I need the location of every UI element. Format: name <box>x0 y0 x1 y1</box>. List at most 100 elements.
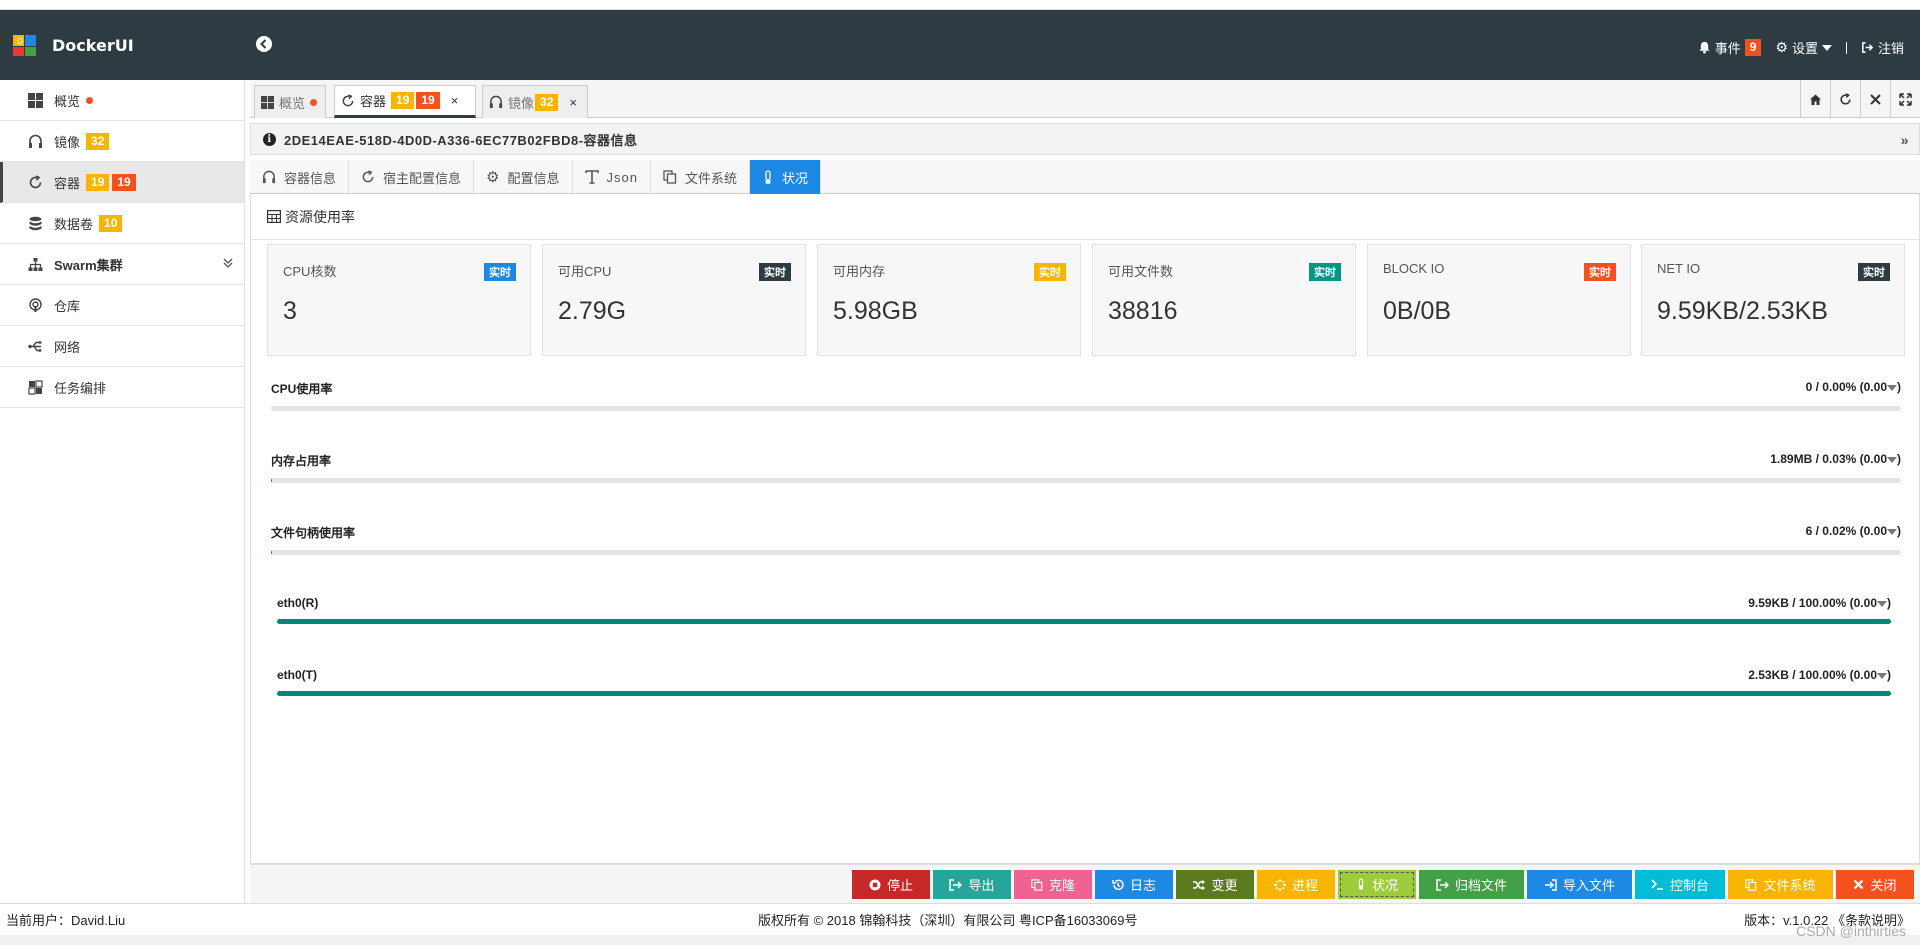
caret-down-icon[interactable] <box>1887 528 1897 535</box>
subtab-label: 宿主配置信息 <box>383 170 462 186</box>
gear-icon: ⚙ <box>486 169 500 186</box>
clone-button[interactable]: 克隆 <box>1014 870 1092 899</box>
archive-files-button[interactable]: 归档文件 <box>1419 870 1524 899</box>
meter-value: 1.89MB / 0.03% <box>1770 452 1857 466</box>
caret-down-icon[interactable] <box>1877 600 1887 607</box>
refresh-icon <box>341 93 355 108</box>
subtab-status[interactable]: 状况 <box>749 160 821 194</box>
button-label: 文件系统 <box>1763 878 1816 893</box>
card-label: 可用文件数 <box>1108 264 1174 279</box>
button-label: 日志 <box>1129 878 1156 893</box>
volumes-count-badge: 10 <box>99 214 123 232</box>
meter-label: 文件句柄使用率 <box>271 526 356 540</box>
refresh-icon <box>26 173 44 191</box>
meter-extra: (0.00 <box>1859 524 1887 538</box>
terminal-icon <box>1651 879 1664 890</box>
gear-icon: ⚙ <box>1775 39 1788 55</box>
caret-down-icon[interactable] <box>1877 672 1887 679</box>
close-button[interactable]: 关闭 <box>1836 870 1914 899</box>
info-icon: i <box>263 132 276 146</box>
stop-icon <box>869 879 881 891</box>
caret-down-icon[interactable] <box>1887 456 1897 463</box>
subtab-label: 状况 <box>781 170 808 186</box>
tab-overview[interactable]: 概览 <box>254 85 326 118</box>
realtime-badge: 实时 <box>1309 263 1341 281</box>
subtab-config[interactable]: ⚙ 配置信息 <box>474 160 573 194</box>
caret-down-icon[interactable] <box>1887 384 1897 391</box>
close-icon <box>1870 93 1881 105</box>
status-button[interactable]: 状况 <box>1338 870 1416 899</box>
sidebar-item-containers[interactable]: 容器 19 19 <box>0 162 244 203</box>
sidebar-toggle-button[interactable] <box>256 36 272 52</box>
close-all-tabs-button[interactable] <box>1860 80 1890 118</box>
clone-icon <box>1031 878 1043 891</box>
bottom-strip: CSDN @inthirties <box>0 923 1920 945</box>
processes-button[interactable]: 进程 <box>1257 870 1335 899</box>
console-button[interactable]: 控制台 <box>1635 870 1725 899</box>
container-title-bar: i 2DE14EAE-518D-4D0D-A336-6EC77B02FBD8-容… <box>250 123 1920 155</box>
thermometer-icon <box>1356 878 1366 891</box>
top-strip <box>0 0 1920 10</box>
card-value: 5.98GB <box>833 297 918 325</box>
logout-button[interactable]: 注销 <box>1861 38 1904 57</box>
header-divider <box>1845 41 1847 54</box>
change-button[interactable]: 变更 <box>1176 870 1254 899</box>
double-chevron-right-icon[interactable]: » <box>1901 132 1909 148</box>
button-label: 导入文件 <box>1562 878 1615 893</box>
button-label: 关闭 <box>1870 878 1897 893</box>
sidebar-item-swarm[interactable]: Swarm集群 <box>0 244 244 285</box>
archive-icon <box>1436 878 1449 891</box>
tab-images[interactable]: 镜像 32 × <box>482 85 588 118</box>
card-label: NET IO <box>1657 261 1701 276</box>
logs-button[interactable]: 日志 <box>1095 870 1173 899</box>
sidebar-item-images[interactable]: 镜像 32 <box>0 121 244 162</box>
stat-card-cpu-cores: CPU核数 实时 3 <box>267 244 531 356</box>
refresh-icon <box>1840 92 1851 105</box>
progress-track <box>271 406 1901 411</box>
detail-subtabs: 容器信息 宿主配置信息 ⚙ 配置信息 Json 文件系统 状况 <box>250 160 1920 194</box>
app-title: DockerUI <box>52 35 134 55</box>
sidebar-item-orchestration[interactable]: 任务编排 <box>0 367 244 408</box>
fullscreen-button[interactable] <box>1890 80 1920 118</box>
realtime-badge: 实时 <box>1584 263 1616 281</box>
subtab-container-info[interactable]: 容器信息 <box>250 160 350 194</box>
sidebar-item-network[interactable]: 网络 <box>0 326 244 367</box>
tab-containers[interactable]: 容器 19 19 × <box>334 85 476 118</box>
settings-menu[interactable]: ⚙ 设置 <box>1775 38 1832 57</box>
sidebar-item-volumes[interactable]: 数据卷 10 <box>0 203 244 244</box>
subtab-filesystem[interactable]: 文件系统 <box>651 160 750 194</box>
subtab-label: 配置信息 <box>507 170 560 186</box>
sidebar-item-registry[interactable]: 仓库 <box>0 285 244 326</box>
import-files-button[interactable]: 导入文件 <box>1527 870 1632 899</box>
tab-close-button[interactable]: × <box>451 93 459 108</box>
reload-button[interactable] <box>1830 80 1860 118</box>
card-value: 2.79G <box>558 297 627 325</box>
panel-header: 资源使用率 <box>251 194 1919 240</box>
realtime-badge: 实时 <box>759 263 791 281</box>
card-label: CPU核数 <box>283 264 337 279</box>
brand[interactable]: D DockerUI <box>12 32 134 58</box>
stat-card-net-io: NET IO 实时 9.59KB/2.53KB <box>1641 244 1905 356</box>
watermark: CSDN @inthirties <box>1796 923 1906 939</box>
app-header: D DockerUI 事件 9 ⚙ 设置 注销 <box>0 10 1920 80</box>
thermometer-icon <box>762 169 774 185</box>
subtab-json[interactable]: Json <box>573 160 651 194</box>
container-title: 2DE14EAE-518D-4D0D-A336-6EC77B02FBD8-容器信… <box>284 132 638 148</box>
sidebar-item-label: 数据卷 <box>54 216 94 232</box>
tab-images-badge: 32 <box>535 93 559 111</box>
tab-close-button[interactable]: × <box>569 95 577 110</box>
events-menu[interactable]: 事件 9 <box>1698 38 1762 57</box>
usb-icon <box>26 337 44 355</box>
button-label: 控制台 <box>1669 878 1709 893</box>
home-button[interactable] <box>1800 80 1830 118</box>
subtab-host-config[interactable]: 宿主配置信息 <box>349 160 475 194</box>
stat-card-block-io: BLOCK IO 实时 0B/0B <box>1367 244 1631 356</box>
filesystem-button[interactable]: 文件系统 <box>1728 870 1833 899</box>
sidebar-item-overview[interactable]: 概览 <box>0 80 244 121</box>
subtab-label: Json <box>606 169 638 185</box>
stop-button[interactable]: 停止 <box>852 870 930 899</box>
tab-running-badge: 19 <box>391 92 415 109</box>
card-value: 3 <box>283 297 297 325</box>
export-button[interactable]: 导出 <box>933 870 1011 899</box>
home-icon <box>1810 94 1821 105</box>
